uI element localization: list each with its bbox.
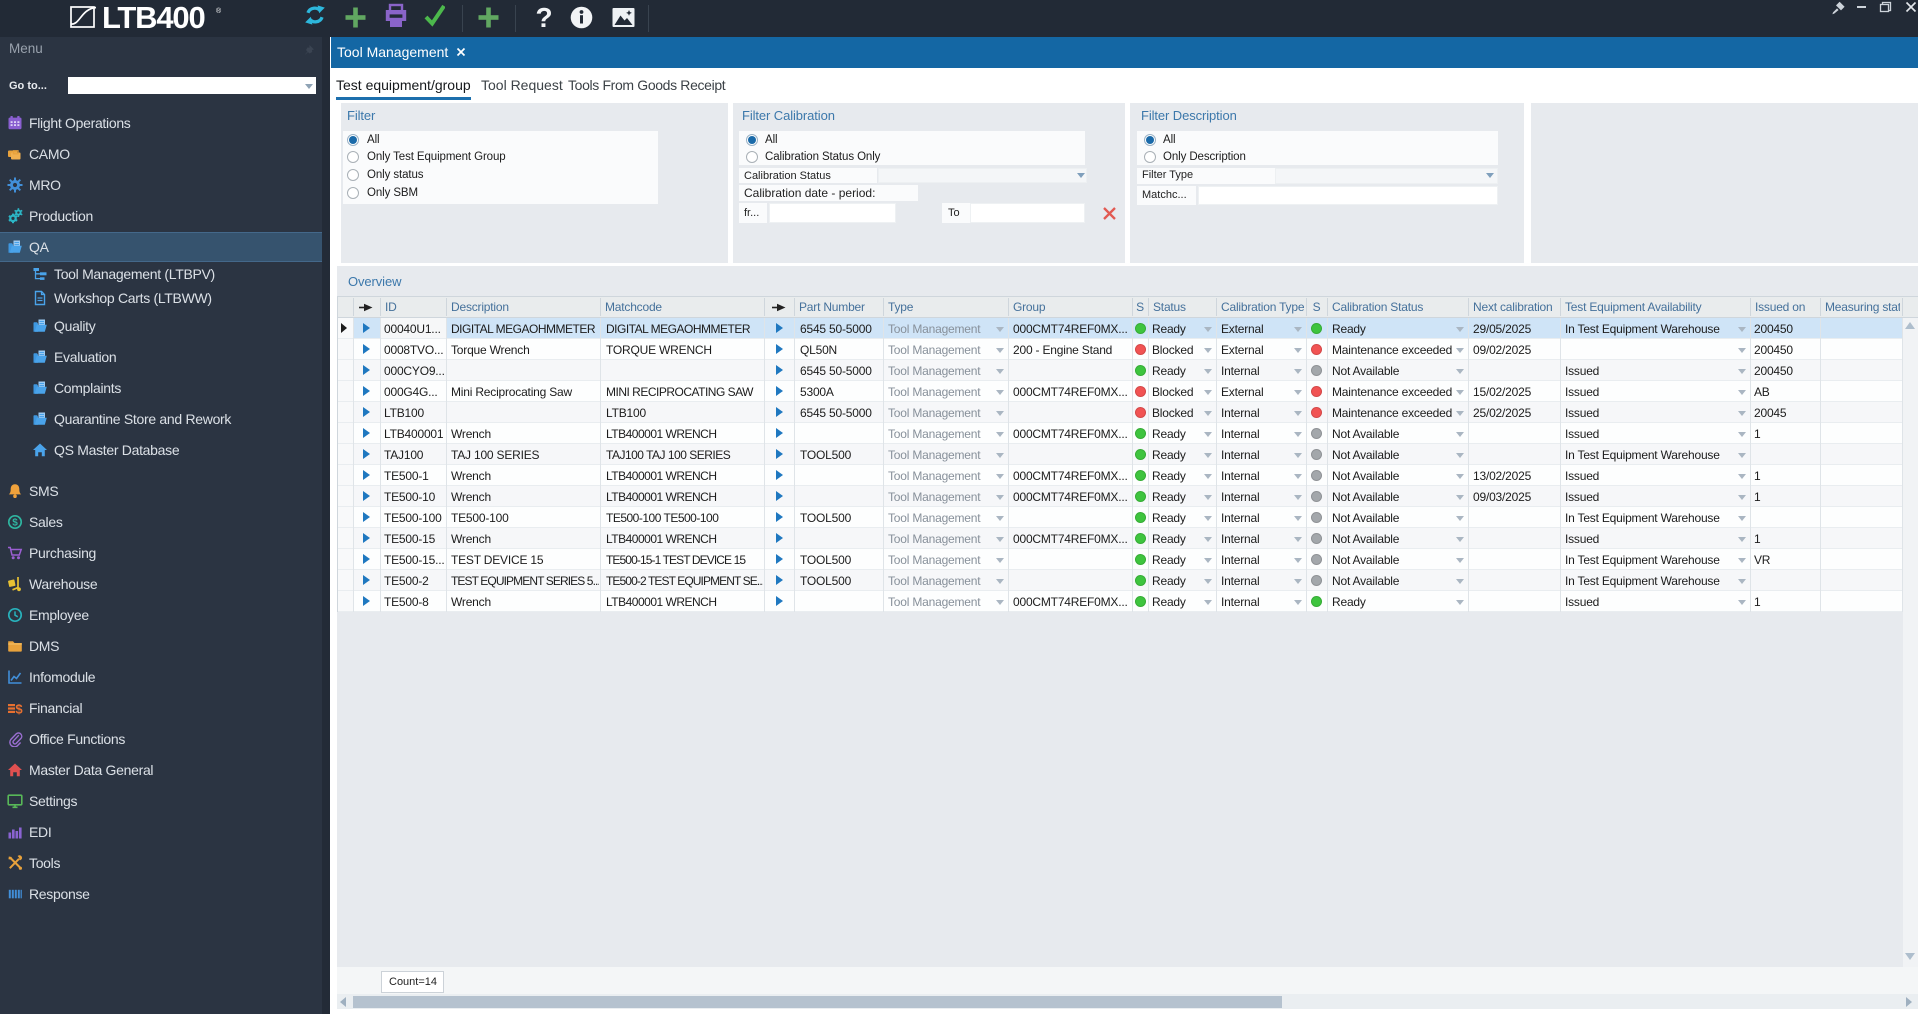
- svg-text:$: $: [12, 517, 18, 528]
- svg-text:LTB400: LTB400: [102, 3, 204, 34]
- svg-text:®: ®: [216, 7, 222, 15]
- svg-text:$: $: [15, 701, 23, 716]
